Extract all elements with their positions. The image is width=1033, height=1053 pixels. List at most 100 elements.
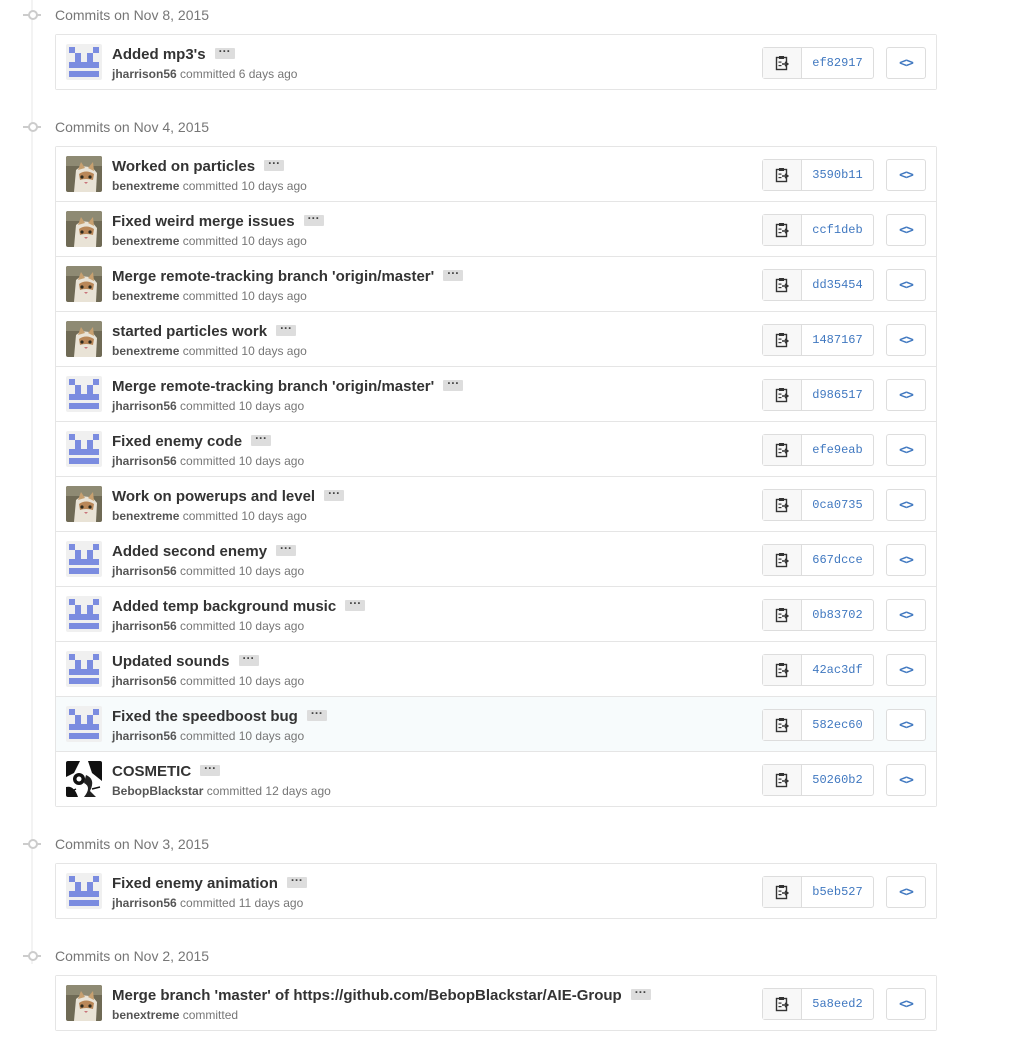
commit-sha-link[interactable]: 0ca0735: [802, 490, 873, 520]
ellipsis-icon[interactable]: ···: [276, 542, 297, 556]
copy-sha-button[interactable]: [763, 325, 802, 355]
commit-message-link[interactable]: Worked on particles: [112, 158, 255, 175]
browse-tree-button[interactable]: <>: [886, 159, 926, 191]
commit-sha-link[interactable]: ccf1deb: [802, 215, 873, 245]
copy-sha-button[interactable]: [763, 48, 802, 78]
ellipsis-icon[interactable]: ···: [286, 874, 307, 888]
avatar[interactable]: [66, 596, 102, 632]
ellipsis-icon[interactable]: ···: [276, 322, 297, 336]
avatar[interactable]: [66, 706, 102, 742]
commit-message-link[interactable]: Merge branch 'master' of https://github.…: [112, 987, 622, 1004]
avatar[interactable]: [66, 761, 102, 797]
ellipsis-icon[interactable]: ···: [251, 432, 272, 446]
avatar[interactable]: [66, 873, 102, 909]
copy-sha-button[interactable]: [763, 160, 802, 190]
commit-sha-link[interactable]: d986517: [802, 380, 873, 410]
browse-tree-button[interactable]: <>: [886, 654, 926, 686]
commit-author-link[interactable]: jharrison56: [112, 399, 177, 413]
commit-message-link[interactable]: Merge remote-tracking branch 'origin/mas…: [112, 378, 434, 395]
commit-message-link[interactable]: Fixed the speedboost bug: [112, 708, 298, 725]
commit-sha-link[interactable]: 5a8eed2: [802, 989, 873, 1019]
commit-author-link[interactable]: jharrison56: [112, 454, 177, 468]
avatar[interactable]: [66, 486, 102, 522]
copy-sha-button[interactable]: [763, 545, 802, 575]
commit-message-link[interactable]: Fixed weird merge issues: [112, 213, 295, 230]
browse-tree-button[interactable]: <>: [886, 434, 926, 466]
commit-message-link[interactable]: Work on powerups and level: [112, 488, 315, 505]
avatar[interactable]: [66, 321, 102, 357]
browse-tree-button[interactable]: <>: [886, 544, 926, 576]
copy-sha-button[interactable]: [763, 215, 802, 245]
browse-tree-button[interactable]: <>: [886, 764, 926, 796]
commit-author-link[interactable]: jharrison56: [112, 619, 177, 633]
copy-sha-button[interactable]: [763, 435, 802, 465]
ellipsis-icon[interactable]: ···: [324, 487, 345, 501]
avatar[interactable]: [66, 651, 102, 687]
ellipsis-icon[interactable]: ···: [264, 157, 285, 171]
commit-author-link[interactable]: benextreme: [112, 179, 179, 193]
avatar[interactable]: [66, 156, 102, 192]
ellipsis-icon[interactable]: ···: [443, 267, 464, 281]
copy-sha-button[interactable]: [763, 989, 802, 1019]
avatar[interactable]: [66, 266, 102, 302]
copy-sha-button[interactable]: [763, 710, 802, 740]
commit-message-link[interactable]: Added second enemy: [112, 543, 267, 560]
commit-message-link[interactable]: Added mp3's: [112, 46, 206, 63]
commit-message-link[interactable]: COSMETIC: [112, 763, 191, 780]
browse-tree-button[interactable]: <>: [886, 988, 926, 1020]
ellipsis-icon[interactable]: ···: [345, 597, 366, 611]
commit-sha-link[interactable]: 0b83702: [802, 600, 873, 630]
browse-tree-button[interactable]: <>: [886, 599, 926, 631]
ellipsis-icon[interactable]: ···: [306, 707, 327, 721]
commit-message-link[interactable]: Updated sounds: [112, 653, 230, 670]
commit-author-link[interactable]: BebopBlackstar: [112, 784, 203, 798]
commit-message-link[interactable]: Fixed enemy animation: [112, 875, 278, 892]
commit-sha-link[interactable]: 50260b2: [802, 765, 873, 795]
commit-author-link[interactable]: jharrison56: [112, 564, 177, 578]
browse-tree-button[interactable]: <>: [886, 214, 926, 246]
commit-sha-link[interactable]: 3590b11: [802, 160, 873, 190]
browse-tree-button[interactable]: <>: [886, 876, 926, 908]
ellipsis-icon[interactable]: ···: [303, 212, 324, 226]
ellipsis-icon[interactable]: ···: [238, 652, 259, 666]
commit-message-link[interactable]: started particles work: [112, 323, 267, 340]
commit-author-link[interactable]: benextreme: [112, 234, 179, 248]
copy-sha-button[interactable]: [763, 765, 802, 795]
browse-tree-button[interactable]: <>: [886, 269, 926, 301]
commit-sha-link[interactable]: 42ac3df: [802, 655, 873, 685]
copy-sha-button[interactable]: [763, 270, 802, 300]
ellipsis-icon[interactable]: ···: [443, 377, 464, 391]
commit-sha-link[interactable]: efe9eab: [802, 435, 873, 465]
ellipsis-icon[interactable]: ···: [630, 986, 651, 1000]
ellipsis-icon[interactable]: ···: [214, 45, 235, 59]
avatar[interactable]: [66, 431, 102, 467]
copy-sha-button[interactable]: [763, 380, 802, 410]
browse-tree-button[interactable]: <>: [886, 47, 926, 79]
copy-sha-button[interactable]: [763, 600, 802, 630]
avatar[interactable]: [66, 376, 102, 412]
commit-author-link[interactable]: benextreme: [112, 1008, 179, 1022]
copy-sha-button[interactable]: [763, 655, 802, 685]
commit-author-link[interactable]: benextreme: [112, 344, 179, 358]
commit-author-link[interactable]: jharrison56: [112, 729, 177, 743]
avatar[interactable]: [66, 211, 102, 247]
browse-tree-button[interactable]: <>: [886, 379, 926, 411]
copy-sha-button[interactable]: [763, 490, 802, 520]
commit-author-link[interactable]: jharrison56: [112, 674, 177, 688]
commit-author-link[interactable]: benextreme: [112, 289, 179, 303]
avatar[interactable]: [66, 985, 102, 1021]
ellipsis-icon[interactable]: ···: [200, 762, 221, 776]
browse-tree-button[interactable]: <>: [886, 489, 926, 521]
commit-sha-link[interactable]: b5eb527: [802, 877, 873, 907]
commit-author-link[interactable]: jharrison56: [112, 67, 177, 81]
commit-sha-link[interactable]: dd35454: [802, 270, 873, 300]
commit-author-link[interactable]: jharrison56: [112, 896, 177, 910]
commit-author-link[interactable]: benextreme: [112, 509, 179, 523]
commit-message-link[interactable]: Added temp background music: [112, 598, 336, 615]
browse-tree-button[interactable]: <>: [886, 709, 926, 741]
commit-sha-link[interactable]: ef82917: [802, 48, 873, 78]
commit-sha-link[interactable]: 1487167: [802, 325, 873, 355]
commit-message-link[interactable]: Merge remote-tracking branch 'origin/mas…: [112, 268, 434, 285]
copy-sha-button[interactable]: [763, 877, 802, 907]
commit-message-link[interactable]: Fixed enemy code: [112, 433, 242, 450]
